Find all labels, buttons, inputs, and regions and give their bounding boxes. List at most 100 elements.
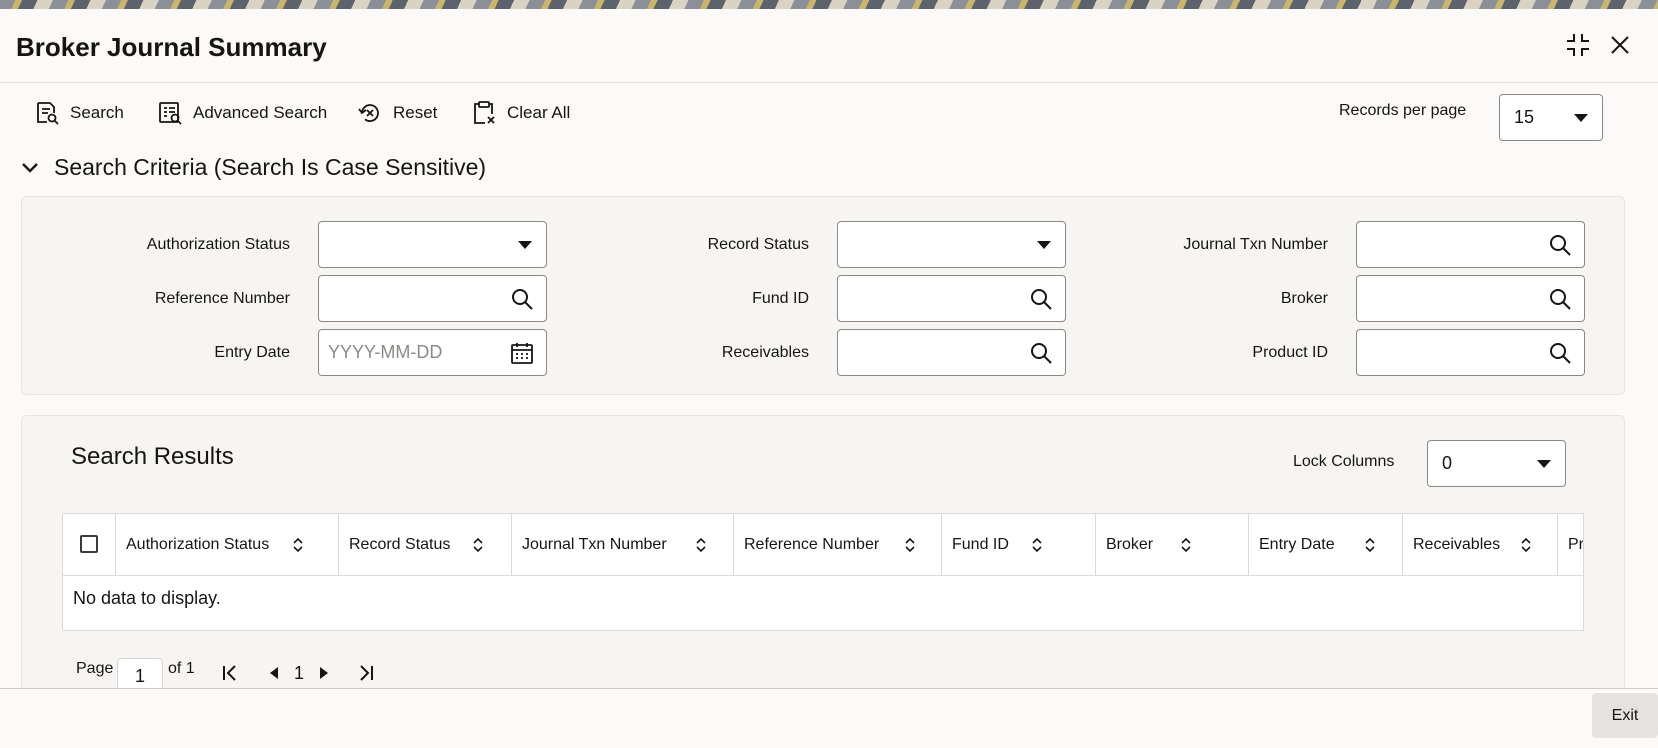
search-button[interactable]: Search xyxy=(34,96,124,130)
page-total-label: of 1 xyxy=(168,660,195,677)
chevron-down-icon xyxy=(1574,113,1588,122)
footer-bar xyxy=(0,688,1658,748)
column-header-label: Authorization Status xyxy=(126,535,270,553)
column-header-label: Reference Number xyxy=(744,535,880,553)
last-page-button[interactable] xyxy=(357,662,375,684)
journal-txn-number-label: Journal Txn Number xyxy=(1183,236,1328,253)
lock-columns-label: Lock Columns xyxy=(1293,453,1395,470)
column-header-entry-date[interactable]: Entry Date xyxy=(1249,514,1403,575)
select-all-cell xyxy=(63,514,116,575)
reset-icon xyxy=(358,104,379,122)
title-divider xyxy=(0,82,1658,83)
exit-button[interactable]: Exit xyxy=(1592,693,1658,738)
maximize-button[interactable] xyxy=(1563,30,1593,60)
chevron-down-icon xyxy=(1037,241,1051,249)
receivables-input[interactable] xyxy=(837,329,1066,376)
sort-icon xyxy=(1032,537,1042,552)
sort-icon xyxy=(1521,537,1531,552)
records-per-page-label: Records per page xyxy=(1339,102,1467,119)
table-header: Authorization Status Record Status Journ… xyxy=(63,514,1584,576)
search-icon[interactable] xyxy=(1548,233,1572,257)
clear-all-label: Clear All xyxy=(507,103,571,122)
close-button[interactable] xyxy=(1605,30,1635,60)
column-header-label: Broker xyxy=(1106,535,1154,553)
page-number-input[interactable]: 1 xyxy=(117,658,163,692)
clipboard-clear-icon xyxy=(474,101,495,124)
close-icon xyxy=(1611,36,1629,54)
sort-icon xyxy=(696,537,706,552)
search-icon[interactable] xyxy=(510,287,534,311)
column-header-receivables[interactable]: Receivables xyxy=(1403,514,1558,575)
search-criteria-toggle[interactable]: Search Criteria (Search Is Case Sensitiv… xyxy=(20,154,486,181)
first-page-icon xyxy=(223,665,236,681)
column-header-label: Journal Txn Number xyxy=(522,535,667,553)
column-header-label: Record Status xyxy=(349,535,451,553)
authorization-status-label: Authorization Status xyxy=(146,236,290,253)
clear-all-button[interactable]: Clear All xyxy=(471,96,570,130)
search-icon[interactable] xyxy=(1548,287,1572,311)
search-results-title: Search Results xyxy=(71,443,234,470)
calendar-icon[interactable] xyxy=(510,341,534,365)
previous-page-button[interactable] xyxy=(268,662,280,684)
chevron-down-icon xyxy=(22,162,38,173)
column-header-record-status[interactable]: Record Status xyxy=(339,514,512,575)
reference-number-input[interactable] xyxy=(318,275,547,322)
page-label: Page xyxy=(76,660,114,677)
column-header-label: Entry Date xyxy=(1259,535,1335,553)
sort-icon xyxy=(473,537,483,552)
first-page-button[interactable] xyxy=(221,662,239,684)
entry-date-label: Entry Date xyxy=(214,344,290,361)
receivables-label: Receivables xyxy=(721,344,809,361)
search-criteria-title: Search Criteria (Search Is Case Sensitiv… xyxy=(54,154,487,180)
advanced-search-icon xyxy=(159,102,182,125)
fund-id-label: Fund ID xyxy=(752,290,809,307)
search-icon[interactable] xyxy=(1029,341,1053,365)
journal-txn-number-input[interactable] xyxy=(1356,221,1585,268)
sort-icon xyxy=(1181,537,1191,552)
entry-date-placeholder: YYYY-MM-DD xyxy=(328,342,443,362)
lock-columns-select[interactable]: 0 xyxy=(1427,440,1566,487)
reference-number-label: Reference Number xyxy=(154,290,290,307)
entry-date-input[interactable]: YYYY-MM-DD xyxy=(318,329,547,376)
search-icon[interactable] xyxy=(1029,287,1053,311)
advanced-search-label: Advanced Search xyxy=(193,103,328,122)
chevron-down-icon xyxy=(1537,459,1551,468)
search-button-label: Search xyxy=(70,103,124,122)
page-title: Broker Journal Summary xyxy=(16,32,327,62)
reset-label: Reset xyxy=(393,103,438,122)
chevron-down-icon xyxy=(518,241,532,249)
search-icon[interactable] xyxy=(1548,341,1572,365)
current-page-number[interactable]: 1 xyxy=(294,662,304,684)
sort-icon xyxy=(1365,537,1375,552)
authorization-status-select[interactable] xyxy=(318,221,547,268)
records-per-page-select[interactable]: 15 xyxy=(1499,94,1603,141)
header-banner xyxy=(0,0,1658,9)
last-page-icon xyxy=(360,665,373,681)
column-header-product-id[interactable]: Pr xyxy=(1558,514,1584,575)
fund-id-input[interactable] xyxy=(837,275,1066,322)
column-header-label: Fund ID xyxy=(952,535,1009,553)
lock-columns-value: 0 xyxy=(1442,453,1453,473)
records-per-page-value: 15 xyxy=(1514,107,1535,127)
product-id-label: Product ID xyxy=(1252,344,1328,361)
broker-input[interactable] xyxy=(1356,275,1585,322)
column-header-reference-number[interactable]: Reference Number xyxy=(734,514,942,575)
select-all-checkbox[interactable] xyxy=(80,535,98,553)
column-header-journal-txn-number[interactable]: Journal Txn Number xyxy=(512,514,734,575)
search-doc-icon xyxy=(37,102,59,125)
column-header-label: Receivables xyxy=(1413,535,1501,553)
next-page-button[interactable] xyxy=(318,662,330,684)
column-header-authorization-status[interactable]: Authorization Status xyxy=(116,514,339,575)
reset-button[interactable]: Reset xyxy=(357,96,437,130)
empty-table-message: No data to display. xyxy=(73,588,221,608)
record-status-select[interactable] xyxy=(837,221,1066,268)
results-table: Authorization Status Record Status Journ… xyxy=(62,513,1584,631)
previous-page-icon xyxy=(270,667,278,679)
column-header-fund-id[interactable]: Fund ID xyxy=(942,514,1096,575)
column-header-broker[interactable]: Broker xyxy=(1096,514,1249,575)
product-id-input[interactable] xyxy=(1356,329,1585,376)
next-page-icon xyxy=(320,667,328,679)
advanced-search-button[interactable]: Advanced Search xyxy=(157,96,327,130)
column-header-label: Pr xyxy=(1568,535,1584,553)
broker-label: Broker xyxy=(1280,290,1328,307)
